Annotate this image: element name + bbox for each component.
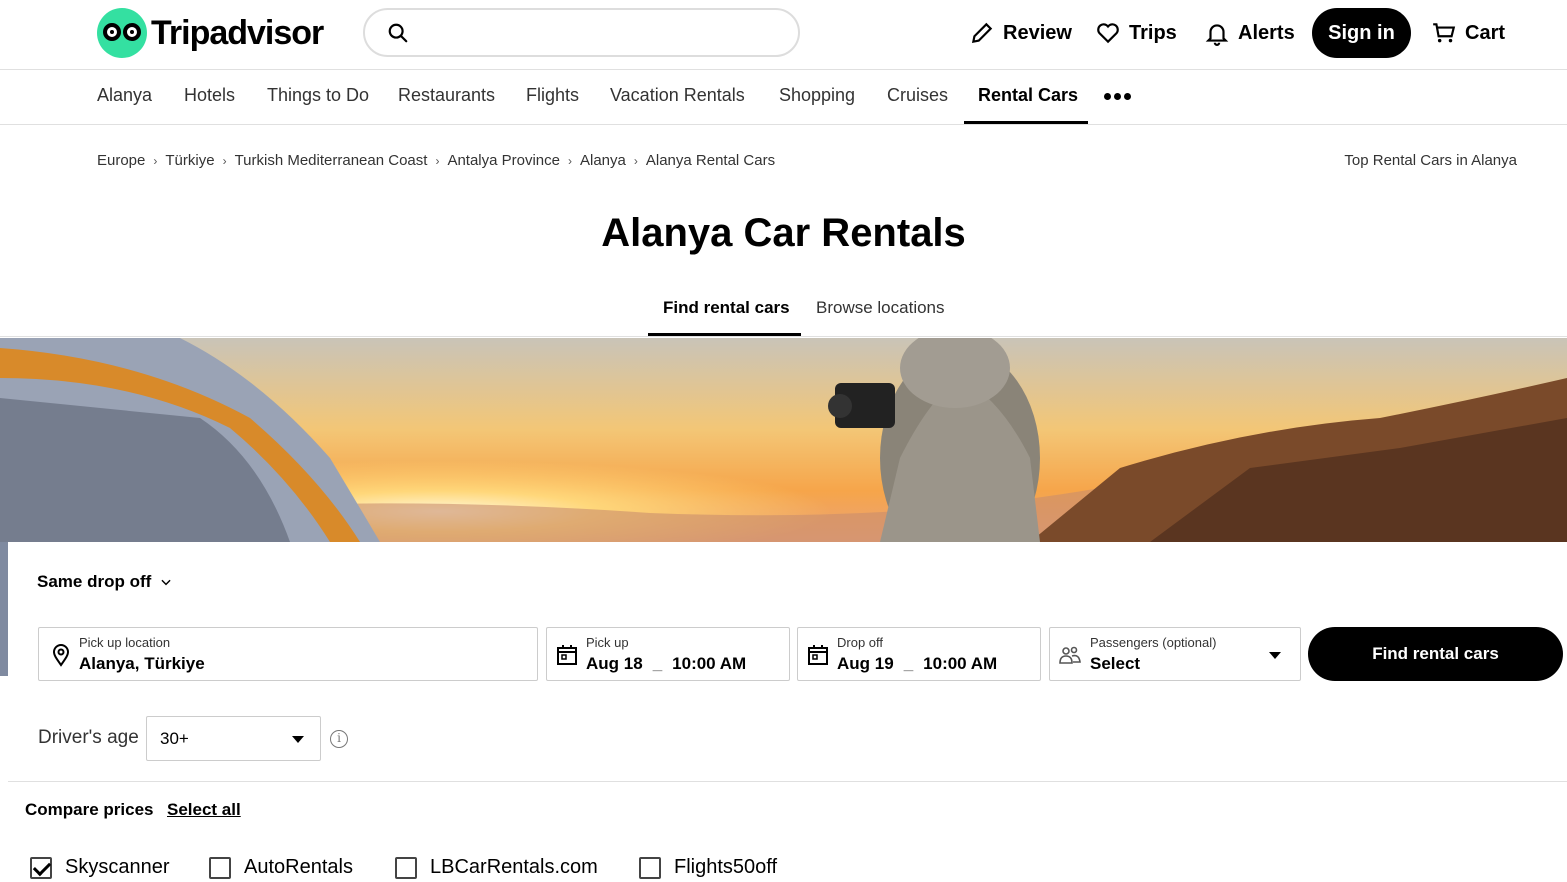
tab-browse-locations[interactable]: Browse locations: [816, 298, 945, 318]
chevron-right-icon: ›: [153, 153, 158, 168]
provider-label: Skyscanner: [65, 856, 170, 878]
same-dropoff-label: Same drop off: [37, 572, 152, 591]
hero-image: [0, 338, 1567, 542]
breadcrumb-item[interactable]: Turkish Mediterranean Coast: [235, 152, 428, 169]
provider-checkbox-flights50off[interactable]: Flights50off: [639, 856, 777, 879]
active-tab-indicator: [964, 121, 1088, 124]
tab-find-rental-cars[interactable]: Find rental cars: [663, 298, 790, 318]
passengers-label: Passengers (optional): [1090, 635, 1217, 650]
logo-text: Tripadvisor: [151, 13, 324, 52]
chevron-right-icon: ›: [633, 153, 638, 168]
dropoff-label: Drop off: [837, 635, 884, 650]
nav-shopping[interactable]: Shopping: [779, 85, 855, 106]
nav-things-to-do[interactable]: Things to Do: [267, 85, 369, 106]
provider-checkbox-lbcarrentals[interactable]: LBCarRentals.com: [395, 856, 598, 879]
category-nav: Alanya Hotels Things to Do Restaurants F…: [0, 71, 1567, 125]
hero-edge: [0, 542, 8, 676]
provider-checkbox-skyscanner[interactable]: Skyscanner: [30, 856, 170, 879]
select-all-link[interactable]: Select all: [167, 800, 241, 820]
pickup-location-label: Pick up location: [79, 635, 171, 650]
dropoff-time: 10:00 AM: [923, 654, 998, 673]
cart-label: Cart: [1465, 21, 1506, 44]
chevron-down-icon: [161, 579, 171, 586]
chevron-right-icon: ›: [435, 153, 440, 168]
cart-link[interactable]: Cart: [1431, 10, 1505, 56]
breadcrumb: Europe › Türkiye › Turkish Mediterranean C…: [97, 152, 775, 169]
checkbox[interactable]: [639, 856, 661, 879]
nav-rental-cars[interactable]: Rental Cars: [978, 85, 1078, 106]
location-pin-icon: [52, 644, 70, 667]
info-icon[interactable]: i: [330, 730, 348, 748]
provider-checkbox-autorentals[interactable]: AutoRentals: [209, 856, 353, 879]
top-rental-cars-link[interactable]: Top Rental Cars in Alanya: [1344, 152, 1517, 169]
provider-label: LBCarRentals.com: [430, 856, 598, 878]
drivers-age-value: 30+: [160, 729, 189, 748]
active-tab-underline: [648, 333, 801, 336]
chevron-right-icon: ›: [222, 153, 227, 168]
tabs-divider: [0, 336, 1567, 337]
calendar-icon: [557, 645, 577, 665]
search-bar[interactable]: [363, 8, 800, 57]
alerts-label: Alerts: [1238, 21, 1295, 44]
pickup-time: 10:00 AM: [672, 654, 747, 673]
cart-icon: [1433, 23, 1456, 43]
dropdown-caret-icon: [1269, 652, 1281, 659]
nav-alanya[interactable]: Alanya: [97, 85, 152, 106]
breadcrumb-current: Alanya Rental Cars: [645, 152, 776, 169]
breadcrumb-item[interactable]: Europe: [97, 152, 145, 169]
search-form-card: [8, 542, 1567, 882]
pickup-label: Pick up: [586, 635, 629, 650]
passengers-field[interactable]: Passengers (optional) Select: [1049, 627, 1301, 681]
trips-label: Trips: [1129, 21, 1177, 44]
breadcrumb-item[interactable]: Antalya Province: [447, 152, 560, 169]
top-header: Tripadvisor Review Trips Alerts Sign in …: [0, 0, 1567, 70]
pickup-datetime-field[interactable]: Pick up Aug 18 _ 10:00 AM: [546, 627, 790, 681]
people-icon: [1059, 646, 1081, 664]
heart-icon: [1097, 23, 1119, 44]
same-dropoff-toggle[interactable]: Same drop off: [37, 572, 173, 592]
tripadvisor-logo[interactable]: Tripadvisor: [97, 8, 324, 58]
find-rental-cars-button[interactable]: Find rental cars: [1308, 627, 1563, 681]
checkbox[interactable]: [209, 856, 231, 879]
dropoff-datetime-field[interactable]: Drop off Aug 19 _ 10:00 AM: [797, 627, 1041, 681]
section-divider: [8, 781, 1567, 782]
page-title: Alanya Car Rentals: [601, 211, 966, 255]
compare-prices-label: Compare prices: [25, 800, 154, 819]
signin-button[interactable]: Sign in: [1312, 8, 1411, 58]
nav-vacation-rentals[interactable]: Vacation Rentals: [610, 85, 745, 106]
search-input[interactable]: [425, 18, 785, 48]
review-link[interactable]: Review: [969, 10, 1072, 56]
pickup-date: Aug 18: [586, 654, 643, 673]
provider-label: Flights50off: [674, 856, 778, 878]
trips-link[interactable]: Trips: [1095, 10, 1177, 56]
more-menu-icon[interactable]: [1104, 93, 1131, 100]
nav-hotels[interactable]: Hotels: [184, 85, 235, 106]
checkbox-checked[interactable]: [30, 856, 52, 879]
breadcrumb-item[interactable]: Türkiye: [165, 152, 214, 169]
owl-logo-icon: [97, 8, 147, 58]
nav-restaurants[interactable]: Restaurants: [398, 85, 495, 106]
alerts-link[interactable]: Alerts: [1204, 10, 1295, 56]
chevron-right-icon: ›: [568, 153, 572, 168]
drivers-age-select[interactable]: 30+: [146, 716, 321, 761]
review-label: Review: [1003, 21, 1072, 44]
checkbox[interactable]: [395, 856, 417, 879]
bell-icon: [1205, 24, 1229, 46]
dropoff-date: Aug 19: [837, 654, 894, 673]
pickup-location-field[interactable]: Pick up location Alanya, Türkiye: [38, 627, 538, 681]
search-icon: [388, 23, 408, 43]
nav-cruises[interactable]: Cruises: [887, 85, 948, 106]
calendar-icon: [808, 645, 828, 665]
dropdown-caret-icon: [292, 736, 304, 743]
breadcrumb-item[interactable]: Alanya: [580, 152, 626, 169]
pickup-location-value: Alanya, Türkiye: [79, 654, 205, 673]
pencil-icon: [971, 22, 993, 44]
provider-label: AutoRentals: [244, 856, 353, 878]
drivers-age-label: Driver's age: [38, 727, 139, 748]
nav-flights[interactable]: Flights: [526, 85, 579, 106]
passengers-value: Select: [1090, 654, 1141, 673]
